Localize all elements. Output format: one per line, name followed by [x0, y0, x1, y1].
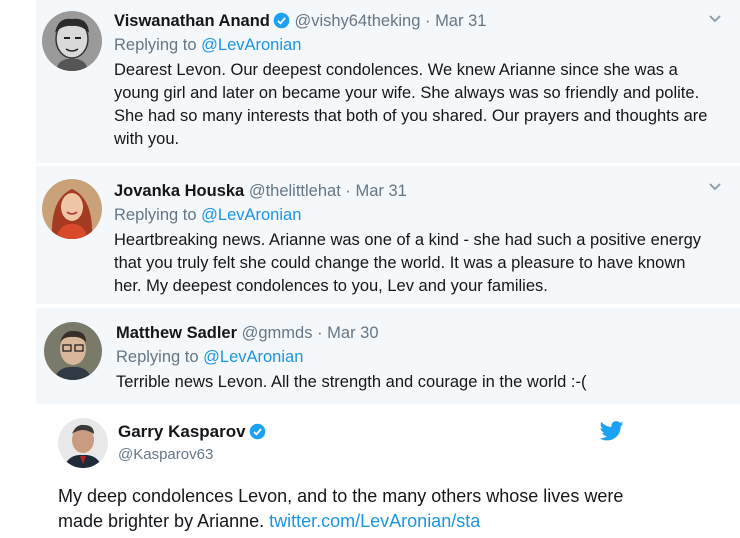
replying-label: Replying to [116, 348, 204, 366]
chevron-down-icon[interactable] [708, 180, 722, 194]
verified-badge-icon [273, 12, 290, 29]
replying-to: Replying to @LevAronian [114, 34, 710, 56]
user-name-text[interactable]: Garry Kasparov [118, 422, 246, 441]
avatar-houska[interactable] [42, 179, 102, 239]
replying-label: Replying to [114, 206, 202, 224]
mention-link[interactable]: @LevAronian [201, 36, 301, 54]
mention-link[interactable]: @LevAronian [203, 348, 303, 366]
tweet-text: Terrible news Levon. All the strength an… [116, 373, 587, 391]
avatar-anand[interactable] [42, 11, 102, 71]
tweet-header: Viswanathan Anand @vishy64theking · Mar … [114, 10, 710, 32]
tweet-text: Heartbreaking news. Arianne was one of a… [114, 231, 702, 295]
user-handle[interactable]: @gmmds [242, 324, 313, 342]
tweet-date[interactable]: Mar 31 [355, 182, 406, 200]
tweet-date[interactable]: Mar 31 [435, 12, 486, 30]
separator: · [424, 12, 431, 30]
user-name[interactable]: Garry Kasparov [118, 422, 266, 442]
replying-to: Replying to @LevAronian [114, 204, 710, 226]
tweet-header: Jovanka Houska @thelittlehat · Mar 31 [114, 180, 710, 202]
mention-link[interactable]: @LevAronian [201, 206, 301, 224]
user-handle[interactable]: @Kasparov63 [118, 446, 213, 463]
chevron-down-icon[interactable] [708, 12, 722, 26]
separator: · [345, 182, 351, 200]
tweet-header: Matthew Sadler @gmmds · Mar 30 [116, 322, 710, 344]
tweet-text: Dearest Levon. Our deepest condolences. … [114, 61, 708, 148]
user-name[interactable]: Jovanka Houska [114, 182, 244, 200]
verified-badge-icon [249, 423, 265, 440]
twitter-bird-icon[interactable] [600, 421, 624, 441]
user-handle[interactable]: @vishy64theking [294, 12, 420, 30]
user-name[interactable]: Viswanathan Anand [114, 12, 270, 30]
avatar-sadler[interactable] [44, 322, 102, 380]
tweet-text: My deep condolences Levon, and to the ma… [58, 484, 658, 534]
tweet-link[interactable]: twitter.com/LevAronian/sta [269, 511, 480, 531]
separator: · [317, 324, 323, 342]
replying-label: Replying to [114, 36, 202, 54]
user-handle[interactable]: @thelittlehat [249, 182, 341, 200]
tweet-date[interactable]: Mar 30 [327, 324, 378, 342]
user-name[interactable]: Matthew Sadler [116, 324, 237, 342]
replying-to: Replying to @LevAronian [116, 346, 710, 368]
avatar-kasparov[interactable] [58, 418, 108, 468]
